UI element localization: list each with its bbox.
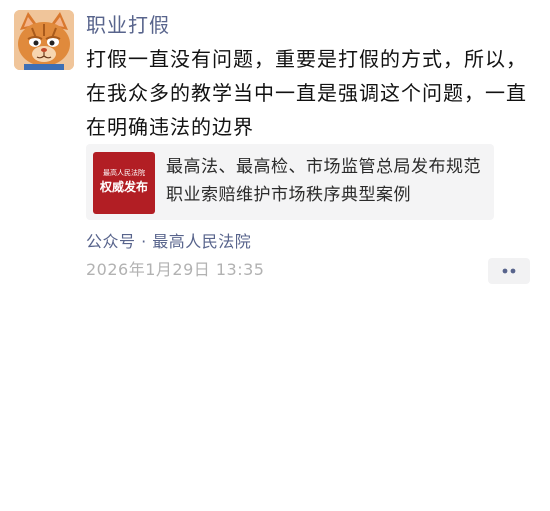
link-thumbnail: 最高人民法院 权威发布 — [93, 152, 155, 214]
thumbnail-line-2: 权威发布 — [99, 180, 148, 194]
post-text: 打假一直没有问题，重要是打假的方式，所以，在我众多的教学当中一直是强调这个问题，… — [86, 47, 527, 139]
link-title: 最高法、最高检、市场监管总局发布规范职业索赔维护市场秩序典型案例 — [166, 157, 481, 205]
thumbnail-line-1: 最高人民法院 — [103, 169, 145, 177]
moments-post: 职业打假 打假一直没有问题，重要是打假的方式，所以，在我众多的教学当中一直是强调… — [0, 0, 550, 511]
author-name[interactable]: 职业打假 — [86, 10, 170, 40]
more-button[interactable] — [488, 258, 530, 284]
shared-link-card[interactable]: 最高人民法院 权威发布 最高法、最高检、市场监管总局发布规范职业索赔维护市场秩序… — [86, 144, 494, 220]
cat-avatar-icon — [14, 10, 74, 70]
post-timestamp: 2026年1月29日 13:35 — [86, 260, 265, 279]
link-source[interactable]: 公众号 · 最高人民法院 — [86, 230, 251, 254]
avatar[interactable] — [14, 10, 74, 70]
more-dots-icon — [502, 268, 516, 274]
